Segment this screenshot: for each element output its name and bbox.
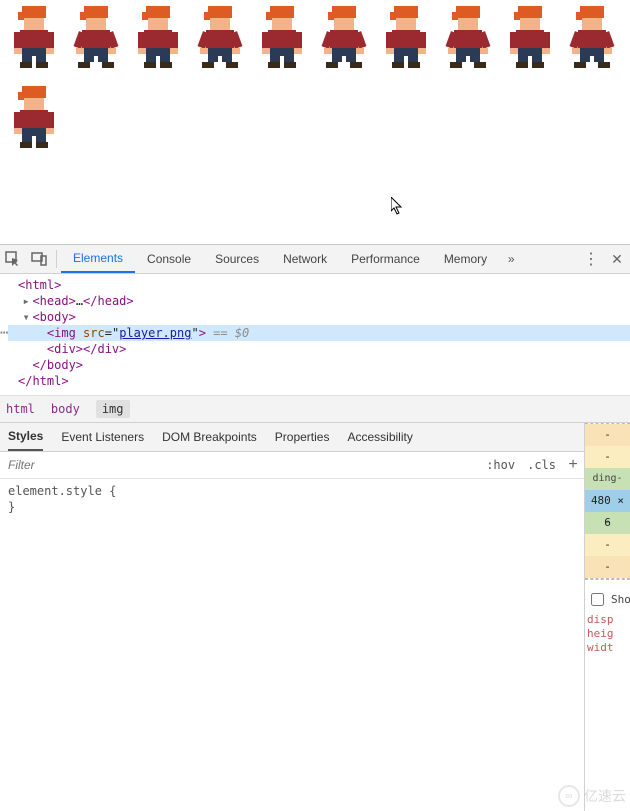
line-actions-icon[interactable]: ⋯ <box>0 325 8 341</box>
tab-network[interactable]: Network <box>271 245 339 273</box>
sprite-frame <box>134 6 182 70</box>
computed-column: - - ding- 480 × 6 - - - Sho dispheigwidt <box>585 423 630 811</box>
box-model: - - ding- 480 × 6 - - - <box>585 423 630 579</box>
dom-line[interactable]: <img src="player.png"> == $0 <box>8 325 630 341</box>
box-model-content: 480 × 6 <box>585 490 630 512</box>
tab-memory[interactable]: Memory <box>432 245 499 273</box>
cls-toggle[interactable]: .cls <box>521 458 562 472</box>
show-all-label: Sho <box>611 593 630 606</box>
filter-input[interactable] <box>0 458 480 472</box>
box-model-margin2: - <box>585 556 630 578</box>
sprite-frame <box>10 86 58 150</box>
lower-split: Styles Event Listeners DOM Breakpoints Prop… <box>0 422 630 811</box>
computed-block: Sho dispheigwidt <box>585 579 630 661</box>
mouse-cursor-icon <box>391 197 405 215</box>
sprite-frame <box>10 6 58 70</box>
new-style-rule-button[interactable]: + <box>562 456 584 474</box>
tab-sources[interactable]: Sources <box>203 245 271 273</box>
close-icon[interactable]: ✕ <box>604 245 630 273</box>
filter-row: :hov .cls + <box>0 452 584 479</box>
styles-column: Styles Event Listeners DOM Breakpoints Prop… <box>0 423 585 811</box>
box-model-padding: ding- <box>585 468 630 490</box>
crumb-html[interactable]: html <box>6 402 35 416</box>
divider <box>56 250 57 268</box>
styles-body[interactable]: element.style { } <box>0 479 584 811</box>
box-model-margin: - <box>585 424 630 446</box>
dom-line[interactable]: <div></div> <box>8 341 630 357</box>
dom-line[interactable]: <html> <box>8 277 630 293</box>
sprite-frame <box>196 6 244 70</box>
crumb-body[interactable]: body <box>51 402 80 416</box>
subtab-accessibility[interactable]: Accessibility <box>347 423 412 451</box>
subtab-dom-breakpoints[interactable]: DOM Breakpoints <box>162 423 257 451</box>
box-model-border: - <box>585 446 630 468</box>
computed-property[interactable]: widt <box>587 641 628 655</box>
breadcrumb: html body img <box>0 395 630 422</box>
dom-line[interactable]: ▸<head>…</head> <box>8 293 630 309</box>
menu-icon[interactable]: ⋮ <box>578 245 604 273</box>
tabs: ElementsConsoleSourcesNetworkPerformance… <box>61 245 499 273</box>
crumb-img[interactable]: img <box>96 400 130 418</box>
subtab-styles[interactable]: Styles <box>8 423 43 451</box>
sprite-frame <box>382 6 430 70</box>
tabs-overflow-icon[interactable]: » <box>499 252 523 266</box>
dom-line[interactable]: </html> <box>8 373 630 389</box>
devtools-tabbar: ElementsConsoleSourcesNetworkPerformance… <box>0 245 630 274</box>
computed-property[interactable]: heig <box>587 627 628 641</box>
dom-line[interactable]: ▾<body> <box>8 309 630 325</box>
sprite-frame <box>444 6 492 70</box>
device-icon[interactable] <box>26 245 52 273</box>
devtools-panel: ElementsConsoleSourcesNetworkPerformance… <box>0 244 630 811</box>
dom-tree[interactable]: ⋯ <html> ▸<head>…</head> ▾<body> <img sr… <box>0 274 630 395</box>
style-rule-open: element.style { <box>8 483 576 499</box>
subtabs: Styles Event Listeners DOM Breakpoints Prop… <box>0 423 584 452</box>
computed-property[interactable]: disp <box>587 613 628 627</box>
show-all-toggle[interactable]: Sho <box>587 586 628 613</box>
sprite-frame <box>506 6 554 70</box>
sprite-frame <box>258 6 306 70</box>
tab-performance[interactable]: Performance <box>339 245 432 273</box>
show-all-checkbox[interactable] <box>591 593 604 606</box>
page-viewport <box>0 0 630 244</box>
subtab-event-listeners[interactable]: Event Listeners <box>61 423 144 451</box>
box-model-padding2: - <box>585 512 630 534</box>
dom-line[interactable]: </body> <box>8 357 630 373</box>
subtab-properties[interactable]: Properties <box>275 423 330 451</box>
style-rule-close: } <box>8 499 576 515</box>
sprite-frame <box>568 6 616 70</box>
tab-console[interactable]: Console <box>135 245 203 273</box>
inspect-icon[interactable] <box>0 245 26 273</box>
sprite-frame <box>72 6 120 70</box>
hov-toggle[interactable]: :hov <box>480 458 521 472</box>
tab-elements[interactable]: Elements <box>61 245 135 273</box>
sprite-frame <box>320 6 368 70</box>
box-model-border2: - <box>585 534 630 556</box>
